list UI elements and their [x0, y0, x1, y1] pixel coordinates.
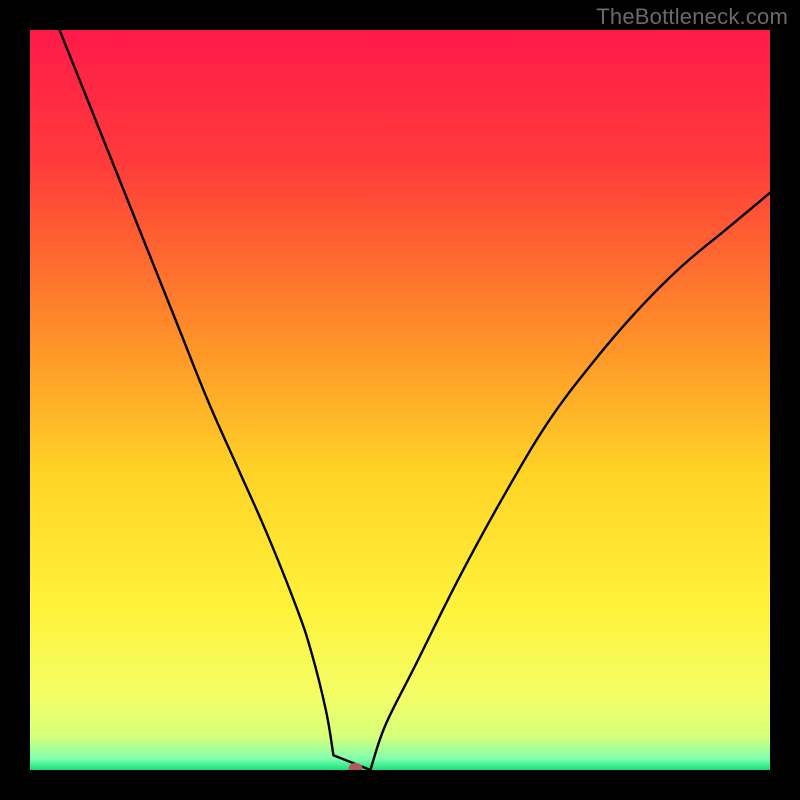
plot-background: [30, 30, 770, 770]
watermark-text: TheBottleneck.com: [596, 4, 788, 30]
chart-container: TheBottleneck.com: [0, 0, 800, 800]
bottleneck-plot: [30, 30, 770, 770]
